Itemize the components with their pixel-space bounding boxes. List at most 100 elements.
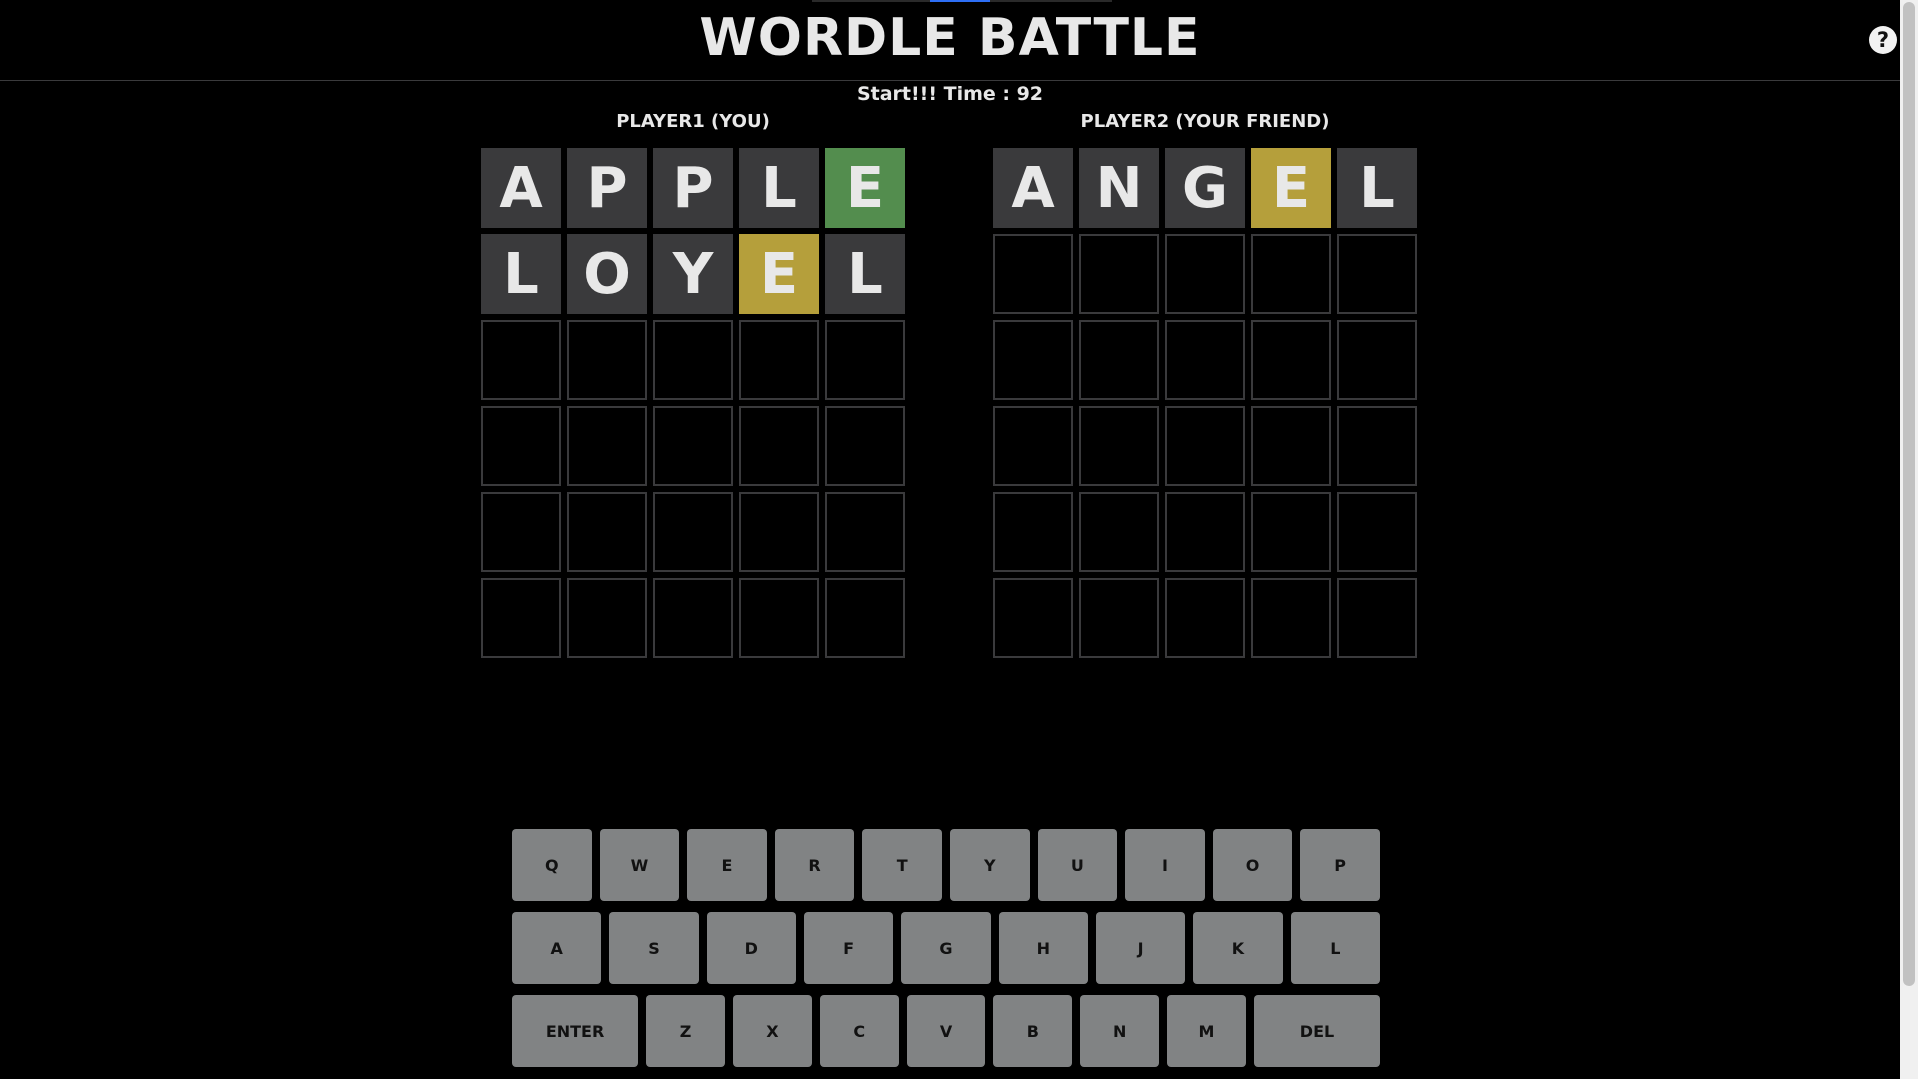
tile xyxy=(1165,492,1245,572)
key-v[interactable]: V xyxy=(906,995,986,1067)
tile xyxy=(825,320,905,400)
tile: E xyxy=(825,148,905,228)
tile: N xyxy=(1079,148,1159,228)
help-icon[interactable]: ? xyxy=(1869,26,1897,54)
tile xyxy=(1251,234,1331,314)
tile xyxy=(1251,320,1331,400)
key-r[interactable]: R xyxy=(774,829,855,901)
tile xyxy=(1165,234,1245,314)
tile xyxy=(1251,406,1331,486)
tile xyxy=(1337,234,1417,314)
tile xyxy=(739,578,819,658)
key-a[interactable]: A xyxy=(512,912,602,984)
tile xyxy=(1079,234,1159,314)
tile xyxy=(567,320,647,400)
player2-label: PLAYER2 (YOUR FRIEND) xyxy=(1080,111,1330,132)
tile: A xyxy=(481,148,561,228)
tile xyxy=(1079,406,1159,486)
tile: G xyxy=(1165,148,1245,228)
player1-board: APPLELOYEL xyxy=(481,148,905,658)
tile xyxy=(993,234,1073,314)
keyboard-row-3: ENTER Z X C V B N M DEL xyxy=(512,995,1381,1067)
tile xyxy=(1337,492,1417,572)
key-q[interactable]: Q xyxy=(512,829,592,901)
tile: A xyxy=(993,148,1073,228)
tile: O xyxy=(567,234,647,314)
scrollbar-thumb[interactable] xyxy=(1903,2,1915,986)
tile xyxy=(739,406,819,486)
tile xyxy=(1337,320,1417,400)
key-e[interactable]: E xyxy=(687,829,767,901)
key-d[interactable]: D xyxy=(706,912,796,984)
tile xyxy=(653,492,733,572)
tile xyxy=(481,492,561,572)
tile xyxy=(567,492,647,572)
tile xyxy=(653,320,733,400)
tile: L xyxy=(825,234,905,314)
tile xyxy=(825,492,905,572)
key-j[interactable]: J xyxy=(1095,912,1186,984)
tile xyxy=(1165,406,1245,486)
tile xyxy=(1337,406,1417,486)
key-enter[interactable]: ENTER xyxy=(512,995,639,1067)
key-i[interactable]: I xyxy=(1125,829,1205,901)
tile xyxy=(1165,320,1245,400)
tile: Y xyxy=(653,234,733,314)
tile xyxy=(1251,492,1331,572)
tile xyxy=(653,578,733,658)
tile xyxy=(993,320,1073,400)
tile xyxy=(825,406,905,486)
page-scrollbar[interactable] xyxy=(1900,0,1918,1079)
key-b[interactable]: B xyxy=(993,995,1073,1067)
tile xyxy=(1079,578,1159,658)
key-c[interactable]: C xyxy=(819,995,899,1067)
key-f[interactable]: F xyxy=(803,912,894,984)
tile xyxy=(567,578,647,658)
header: WORDLE BATTLE ? xyxy=(0,0,1900,81)
key-p[interactable]: P xyxy=(1300,829,1380,901)
key-k[interactable]: K xyxy=(1193,912,1283,984)
tile xyxy=(481,406,561,486)
tile xyxy=(739,492,819,572)
tile xyxy=(1251,578,1331,658)
tile xyxy=(653,406,733,486)
tile xyxy=(1337,578,1417,658)
tile xyxy=(993,406,1073,486)
player2-board: ANGEL xyxy=(993,148,1417,658)
key-n[interactable]: N xyxy=(1080,995,1160,1067)
tile xyxy=(481,578,561,658)
tile xyxy=(567,406,647,486)
key-del[interactable]: DEL xyxy=(1253,995,1381,1067)
tile xyxy=(993,492,1073,572)
key-l[interactable]: L xyxy=(1290,912,1380,984)
key-x[interactable]: X xyxy=(732,995,812,1067)
tile: P xyxy=(567,148,647,228)
tile xyxy=(739,320,819,400)
tile: L xyxy=(1337,148,1417,228)
key-z[interactable]: Z xyxy=(646,995,725,1067)
key-t[interactable]: T xyxy=(862,829,942,901)
keyboard-row-1: QWERTYUIOP xyxy=(512,829,1380,901)
key-g[interactable]: G xyxy=(901,912,991,984)
timer-status: Start!!! Time : 92 xyxy=(856,83,1044,105)
tile: P xyxy=(653,148,733,228)
key-m[interactable]: M xyxy=(1167,995,1246,1067)
key-w[interactable]: W xyxy=(599,829,680,901)
key-o[interactable]: O xyxy=(1212,829,1293,901)
tile: L xyxy=(481,234,561,314)
player1-label: PLAYER1 (YOU) xyxy=(616,111,770,132)
tile xyxy=(1079,320,1159,400)
tile: E xyxy=(739,234,819,314)
tile: E xyxy=(1251,148,1331,228)
tile xyxy=(1165,578,1245,658)
tile: L xyxy=(739,148,819,228)
tile xyxy=(993,578,1073,658)
key-h[interactable]: H xyxy=(998,912,1088,984)
key-s[interactable]: S xyxy=(609,912,699,984)
page-title: WORDLE BATTLE xyxy=(699,8,1201,68)
tile xyxy=(481,320,561,400)
keyboard-row-2: ASDFGHJKL xyxy=(512,912,1380,984)
key-y[interactable]: Y xyxy=(949,829,1030,901)
key-u[interactable]: U xyxy=(1037,829,1118,901)
tile xyxy=(1079,492,1159,572)
